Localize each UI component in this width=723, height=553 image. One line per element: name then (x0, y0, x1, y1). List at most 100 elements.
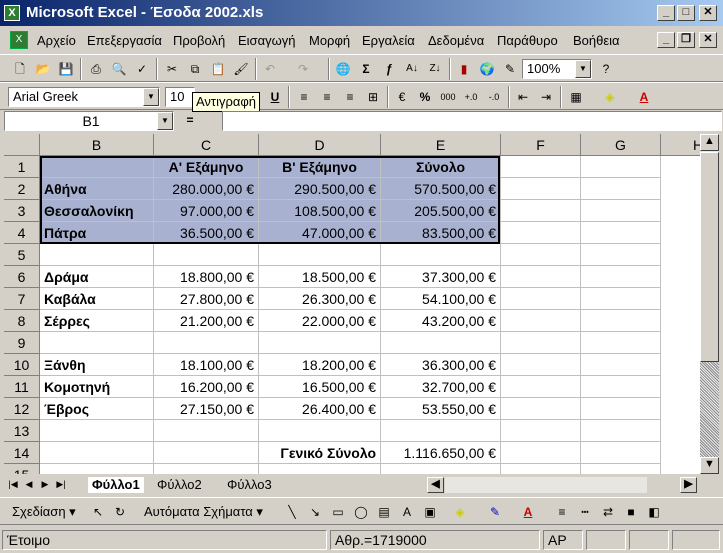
cell[interactable] (40, 464, 154, 474)
cell[interactable] (581, 288, 661, 310)
select-all-corner[interactable] (4, 134, 40, 156)
chevron-down-icon[interactable]: ▼ (157, 112, 173, 130)
comma-style-icon[interactable]: 000 (438, 87, 458, 107)
cell[interactable]: 26.400,00 € (259, 398, 381, 420)
cell[interactable]: 54.100,00 € (381, 288, 501, 310)
cell[interactable] (501, 310, 581, 332)
dash-style-icon[interactable]: ┅ (575, 502, 595, 522)
cell[interactable]: Ξάνθη (40, 354, 154, 376)
column-header-h[interactable]: H (661, 134, 700, 156)
next-sheet-icon[interactable]: ▶ (38, 475, 52, 493)
cell[interactable] (581, 200, 661, 222)
decrease-decimal-icon[interactable]: -.0 (484, 87, 504, 107)
cell[interactable]: Αθήνα (40, 178, 154, 200)
copy-icon[interactable]: ⧉ (185, 59, 205, 79)
cell[interactable] (581, 464, 661, 474)
row-header[interactable]: 1 (4, 156, 40, 178)
scroll-right-icon[interactable]: ▶ (680, 477, 697, 493)
cell[interactable]: Θεσσαλονίκη (40, 200, 154, 222)
font-color-icon[interactable]: A (634, 87, 654, 107)
cell[interactable] (501, 178, 581, 200)
menu-edit[interactable]: Επεξεργασία (87, 33, 162, 48)
menu-file[interactable]: Αρχείο (37, 33, 76, 48)
sort-descending-icon[interactable]: Z↓ (425, 59, 445, 79)
cell[interactable] (154, 464, 259, 474)
free-rotate-icon[interactable]: ↻ (110, 502, 130, 522)
chart-wizard-icon[interactable]: ▮ (454, 59, 474, 79)
cell[interactable]: Σύνολο (381, 156, 501, 178)
last-sheet-icon[interactable]: ▶| (54, 475, 68, 493)
sort-ascending-icon[interactable]: A↓ (402, 59, 422, 79)
row-header[interactable]: 6 (4, 266, 40, 288)
cell[interactable]: Έβρος (40, 398, 154, 420)
formula-input[interactable] (222, 111, 722, 131)
font-select[interactable]: Arial Greek ▼ (8, 87, 160, 107)
name-box[interactable]: B1 ▼ (4, 111, 174, 131)
excel-app-icon[interactable]: X (4, 5, 20, 21)
cell[interactable]: 18.500,00 € (259, 266, 381, 288)
cell[interactable] (381, 332, 501, 354)
cell[interactable] (501, 222, 581, 244)
map-icon[interactable]: 🌍 (477, 59, 497, 79)
horizontal-scrollbar[interactable] (445, 477, 647, 493)
cell[interactable]: 27.150,00 € (154, 398, 259, 420)
align-center-icon[interactable]: ≡ (317, 87, 337, 107)
clipart-icon[interactable]: ▣ (420, 502, 440, 522)
column-header-d[interactable]: D (259, 134, 381, 156)
cell[interactable]: Καβάλα (40, 288, 154, 310)
cell[interactable]: 18.800,00 € (154, 266, 259, 288)
print-preview-icon[interactable]: 🔍 (109, 59, 129, 79)
cell[interactable]: 36.500,00 € (154, 222, 259, 244)
menu-insert[interactable]: Εισαγωγή (238, 33, 295, 48)
row-header[interactable]: 14 (4, 442, 40, 464)
cell[interactable] (501, 200, 581, 222)
first-sheet-icon[interactable]: |◀ (6, 475, 20, 493)
cell[interactable] (581, 376, 661, 398)
cell[interactable]: 22.000,00 € (259, 310, 381, 332)
cell[interactable]: 18.200,00 € (259, 354, 381, 376)
cell[interactable] (381, 464, 501, 474)
undo-icon[interactable]: ↶ (260, 59, 280, 79)
fill-color-icon[interactable]: ◈ (600, 87, 620, 107)
cell[interactable] (501, 442, 581, 464)
wordart-icon[interactable]: A (397, 502, 417, 522)
cell[interactable]: 205.500,00 € (381, 200, 501, 222)
cell[interactable]: 37.300,00 € (381, 266, 501, 288)
row-header[interactable]: 15 (4, 464, 40, 474)
menu-tools[interactable]: Εργαλεία (362, 33, 415, 48)
cell[interactable] (581, 442, 661, 464)
menu-view[interactable]: Προβολή (173, 33, 225, 48)
cell[interactable] (501, 332, 581, 354)
doc-close-button[interactable]: ✕ (699, 32, 717, 48)
rectangle-icon[interactable]: ▭ (328, 502, 348, 522)
arrow-style-icon[interactable]: ⇄ (598, 502, 618, 522)
cell[interactable]: Κομοτηνή (40, 376, 154, 398)
shadow-icon[interactable]: ■ (621, 502, 641, 522)
cell[interactable]: 290.500,00 € (259, 178, 381, 200)
menu-data[interactable]: Δεδομένα (428, 33, 484, 48)
cell[interactable] (501, 420, 581, 442)
cell[interactable] (581, 156, 661, 178)
cell[interactable]: Γενικό Σύνολο (259, 442, 381, 464)
cell[interactable] (259, 464, 381, 474)
row-header[interactable]: 5 (4, 244, 40, 266)
cell[interactable] (581, 222, 661, 244)
column-header-g[interactable]: G (581, 134, 661, 156)
function-icon[interactable]: ƒ (379, 59, 399, 79)
textbox-icon[interactable]: ▤ (374, 502, 394, 522)
merge-center-icon[interactable]: ⊞ (363, 87, 383, 107)
cell[interactable] (40, 156, 154, 178)
cell[interactable] (581, 244, 661, 266)
scroll-thumb[interactable] (700, 152, 719, 362)
font-color-icon[interactable]: A (518, 502, 538, 522)
cell[interactable]: 32.700,00 € (381, 376, 501, 398)
cell[interactable] (259, 244, 381, 266)
cell[interactable] (259, 420, 381, 442)
row-header[interactable]: 13 (4, 420, 40, 442)
redo-icon[interactable]: ↷ (293, 59, 313, 79)
cell[interactable]: 36.300,00 € (381, 354, 501, 376)
currency-icon[interactable]: € (392, 87, 412, 107)
cell[interactable] (40, 420, 154, 442)
column-header-f[interactable]: F (501, 134, 581, 156)
cell[interactable]: 83.500,00 € (381, 222, 501, 244)
